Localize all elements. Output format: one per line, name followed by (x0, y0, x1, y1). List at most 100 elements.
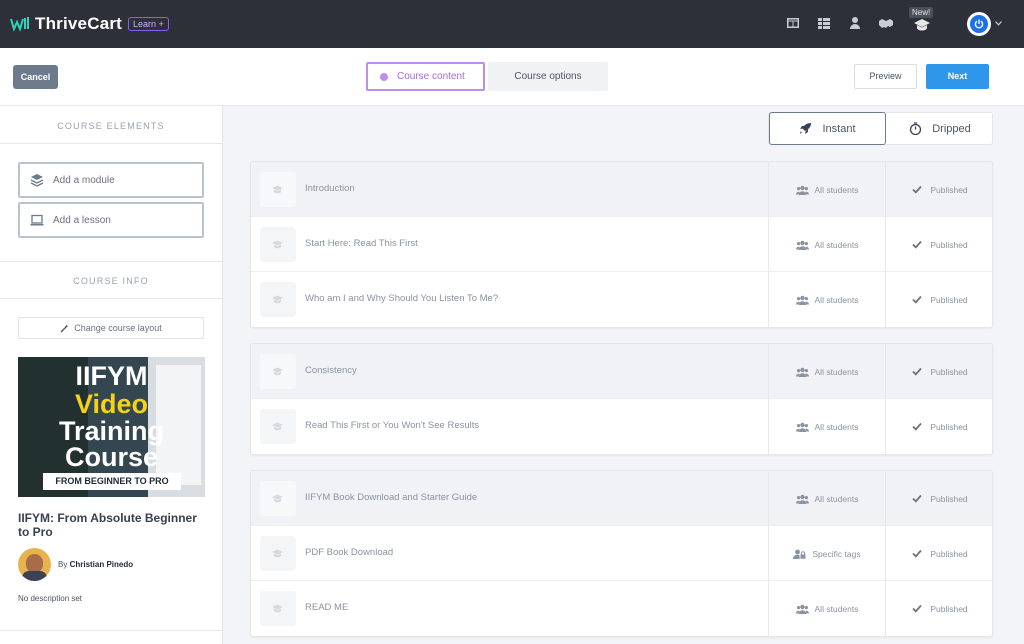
users-icon (795, 494, 809, 504)
learn-nav-button[interactable] (914, 18, 930, 31)
access-cell[interactable]: All students (768, 344, 885, 399)
add-lesson-label: Add a lesson (53, 214, 111, 226)
divider (0, 261, 222, 262)
top-navbar: ThriveCart Learn + New! (0, 0, 1024, 48)
checkmark-icon (912, 422, 922, 431)
lesson-drag-handle[interactable] (260, 409, 296, 444)
thumbnail-title-line: Course (64, 442, 159, 472)
module-card: Consistency All students Published Read … (250, 343, 993, 455)
avatar (970, 15, 988, 33)
module-header-row[interactable]: Consistency All students Published (251, 344, 992, 399)
add-lesson-button[interactable]: Add a lesson (18, 202, 204, 238)
thrivecart-logo[interactable]: ThriveCart Learn + (10, 14, 169, 34)
status-cell[interactable]: Published (885, 162, 992, 217)
lesson-row[interactable]: Read This First or You Won't See Results… (251, 399, 992, 454)
products-nav-button[interactable] (817, 16, 831, 30)
instant-release-option[interactable]: Instant (769, 112, 886, 145)
access-cell[interactable]: All students (768, 399, 885, 454)
checkmark-icon (912, 295, 922, 304)
author-line: By Christian Pinedo (58, 560, 133, 569)
access-cell[interactable]: All students (768, 162, 885, 217)
change-course-layout-button[interactable]: Change course layout (18, 317, 204, 339)
checkmark-icon (912, 494, 922, 503)
status-cell[interactable]: Published (885, 526, 992, 581)
affiliates-nav-button[interactable] (879, 16, 893, 30)
chevron-down-icon[interactable] (995, 21, 1002, 26)
rocket-icon (800, 123, 812, 134)
access-cell[interactable]: All students (768, 272, 885, 327)
checkmark-icon (912, 185, 922, 194)
access-label: All students (814, 184, 859, 195)
status-label: Published (930, 366, 968, 377)
access-label: Specific tags (812, 548, 861, 559)
access-cell[interactable]: All students (768, 581, 885, 636)
cancel-button[interactable]: Cancel (13, 65, 58, 89)
active-dot-icon (380, 72, 388, 81)
customers-nav-button[interactable] (848, 16, 862, 30)
status-label: Published (930, 493, 968, 504)
tab-course-options[interactable]: Course options (488, 62, 608, 91)
checkmark-icon (912, 240, 922, 249)
lesson-drag-handle[interactable] (260, 536, 296, 571)
status-cell[interactable]: Published (885, 272, 992, 327)
access-cell[interactable]: All students (768, 471, 885, 526)
status-label: Published (930, 184, 968, 195)
lesson-row[interactable]: PDF Book Download Specific tags Publishe… (251, 526, 992, 581)
change-course-layout-label: Change course layout (74, 323, 162, 333)
table-icon (818, 18, 830, 29)
module-title: Consistency (305, 365, 357, 376)
access-cell[interactable]: Specific tags (768, 526, 885, 581)
course-thumbnail: IIFYM Video Training Course FROM BEGINNE… (18, 357, 205, 497)
lesson-row[interactable]: Who am I and Why Should You Listen To Me… (251, 272, 992, 327)
lesson-drag-handle[interactable] (260, 354, 296, 389)
status-cell[interactable]: Published (885, 471, 992, 526)
status-cell[interactable]: Published (885, 217, 992, 272)
module-header-row[interactable]: Introduction All students Published (251, 162, 992, 217)
nav-icon-group (786, 16, 910, 30)
lesson-row[interactable]: READ ME All students Published (251, 581, 992, 636)
status-cell[interactable]: Published (885, 399, 992, 454)
status-cell[interactable]: Published (885, 581, 992, 636)
dripped-label: Dripped (932, 122, 971, 135)
editor-header: Cancel Course content Course options Pre… (0, 48, 1024, 106)
access-cell[interactable]: All students (768, 217, 885, 272)
status-label: Published (930, 421, 968, 432)
lesson-row[interactable]: Start Here: Read This First All students… (251, 217, 992, 272)
add-module-button[interactable]: Add a module (18, 162, 204, 198)
lesson-drag-handle[interactable] (260, 227, 296, 262)
thumbnail-subtitle: FROM BEGINNER TO PRO (43, 473, 181, 490)
lesson-drag-handle[interactable] (260, 481, 296, 516)
lesson-title: Read This First or You Won't See Results (305, 420, 480, 431)
dripped-release-option[interactable]: Dripped (886, 113, 994, 144)
module-title: Introduction (305, 183, 355, 194)
graduation-cap-icon (272, 240, 283, 249)
module-header-row[interactable]: IIFYM Book Download and Starter Guide Al… (251, 471, 992, 526)
users-icon (795, 604, 809, 614)
access-label: All students (814, 239, 859, 250)
course-name: IIFYM: From Absolute Beginner to Pro (18, 511, 197, 539)
instant-label: Instant (822, 122, 856, 135)
account-menu-button[interactable] (967, 12, 991, 36)
graduation-cap-icon (272, 367, 283, 376)
lesson-drag-handle[interactable] (260, 282, 296, 317)
status-label: Published (930, 239, 968, 250)
graduation-cap-icon (272, 295, 283, 304)
checkmark-icon (912, 604, 922, 613)
preview-button[interactable]: Preview (854, 64, 917, 89)
checkmark-icon (912, 549, 922, 558)
author-prefix: By (58, 560, 70, 569)
handshake-icon (879, 19, 893, 28)
lesson-drag-handle[interactable] (260, 172, 296, 207)
graduation-cap-icon (272, 185, 283, 194)
dashboard-nav-button[interactable] (786, 16, 800, 30)
checkmark-icon (912, 367, 922, 376)
graduation-cap-icon (914, 19, 930, 31)
tab-course-content[interactable]: Course content (366, 62, 485, 91)
brand-name: ThriveCart (35, 14, 123, 33)
graduation-cap-icon (272, 494, 283, 503)
status-cell[interactable]: Published (885, 344, 992, 399)
status-label: Published (930, 548, 968, 559)
lesson-drag-handle[interactable] (260, 591, 296, 626)
module-card: IIFYM Book Download and Starter Guide Al… (250, 470, 993, 637)
next-button[interactable]: Next (926, 64, 989, 89)
